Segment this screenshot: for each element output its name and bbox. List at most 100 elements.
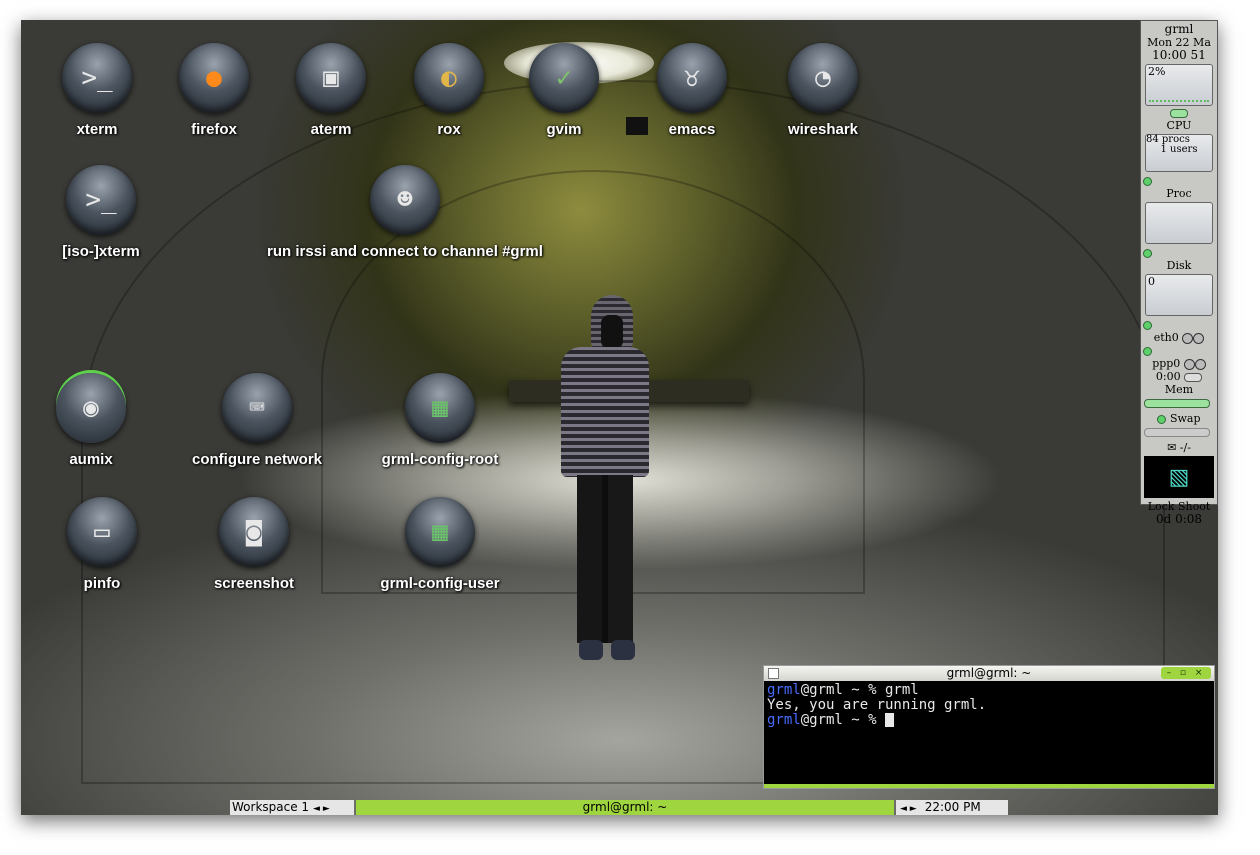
irssi-icon: ☻ [370,165,440,235]
ppp-rx-icon [1183,358,1195,370]
terminal-titlebar[interactable]: grml@grml: ~ – ▫ × [764,666,1214,681]
uptime: 0d 0:08 [1155,512,1203,526]
terminal-icon: >_ [66,165,136,235]
terminal-bottom-bar [764,784,1214,788]
desktop-icon-rox[interactable]: ◐ rox [384,43,514,138]
ppp-toggle[interactable] [1184,372,1203,382]
hooded-person [551,295,651,675]
mail-row[interactable]: ✉ -/- [1141,441,1217,454]
desktop: >_ xterm ● firefox ▣ aterm ◐ rox ✓ gvim … [21,20,1218,815]
swap-bar [1144,427,1210,437]
book-icon: ▭ [67,497,137,567]
window-buttons[interactable]: – ▫ × [1161,667,1211,679]
desktop-icon-wireshark[interactable]: ◔ wireshark [758,43,888,138]
emacs-icon: ♉ [657,43,727,113]
desktop-icon-emacs[interactable]: ♉ emacs [627,43,757,138]
task-button[interactable]: grml@grml: ~ [356,800,894,815]
desktop-icon-grml-config-user[interactable]: ▦ grml-config-user [375,497,505,592]
terminal-body[interactable]: grml @grml ~ % grml Yes, you are running … [764,681,1214,730]
disk-value: 0 [1148,275,1155,288]
icon-label: xterm [76,121,118,138]
desktop-icon-configure-network[interactable]: ⌨ configure network [187,373,327,468]
mem-label: Mem [1164,383,1194,396]
desktop-icon-pinfo[interactable]: ▭ pinfo [37,497,167,592]
icon-label: aterm [310,121,352,138]
desktop-icon-irssi[interactable]: ☻ run irssi and connect to channel #grml [235,165,575,260]
config-icon: ▦ [405,373,475,443]
icon-label: configure network [191,451,322,468]
icon-label: emacs [668,121,716,138]
icon-label: gvim [546,121,582,138]
ppp-time-row: 0:00 [1141,370,1217,383]
desktop-icon-xterm[interactable]: >_ xterm [32,43,162,138]
camera-icon: ◙ [219,497,289,567]
dock-title: grml [1164,22,1194,36]
dock-time: 10:00 51 [1152,48,1206,62]
network-icon: ⌨ [222,373,292,443]
icon-label: screenshot [213,575,295,592]
cpu-indicator [1170,108,1188,118]
system-monitor-dock: grml Mon 22 Ma 10:00 51 2% CPU 84 procs … [1140,20,1218,526]
swap-led [1157,414,1167,424]
ppp-tx-icon [1194,358,1206,370]
terminal-cursor [885,713,895,727]
firefox-icon: ● [179,43,249,113]
clock-time: 22:00 PM [924,800,981,814]
workspace-switcher[interactable]: Workspace 1 ◄ ► [230,800,354,815]
config-icon: ▦ [405,497,475,567]
swap-row: Swap [1141,412,1217,425]
icon-label: grml-config-user [380,575,500,592]
mail-icon: ✉ [1167,441,1177,454]
shoe-right [611,640,635,660]
ppp-label: ppp0 [1152,357,1181,370]
wireframe-icon[interactable]: ▧ [1144,456,1214,498]
prompt-line-1: @grml ~ % grml [800,682,919,698]
icon-label: grml-config-root [381,451,499,468]
output-line: Yes, you are running grml. [767,697,987,713]
icon-label: aumix [69,451,113,468]
disk-label: Disk [1166,259,1192,272]
desktop-icon-iso-xterm[interactable]: >_ [iso-]xterm [36,165,166,260]
cpu-percent: 2% [1148,65,1166,78]
face-shadow [601,315,623,349]
rox-icon: ◐ [414,43,484,113]
terminal-title: grml@grml: ~ [946,666,1032,680]
terminal-window[interactable]: grml@grml: ~ – ▫ × grml @grml ~ % grml Ye… [763,665,1215,789]
window-menu-icon[interactable] [768,668,779,679]
eth-label: eth0 [1153,331,1179,344]
icon-label: pinfo [83,575,121,592]
desktop-icon-aterm[interactable]: ▣ aterm [266,43,396,138]
terminal-icon: >_ [62,43,132,113]
clock-arrows[interactable]: ◄ ► [900,804,917,814]
cpu-graph: 2% [1145,64,1213,106]
ppp-row: ppp0 [1141,357,1217,370]
cpu-graph-line [1149,94,1209,102]
legs [577,475,633,643]
icon-label: [iso-]xterm [62,243,140,260]
proc-graph: 84 procs 1 users [1145,134,1213,172]
icon-label: firefox [191,121,237,138]
desktop-icon-firefox[interactable]: ● firefox [149,43,279,138]
desktop-icon-screenshot[interactable]: ◙ screenshot [189,497,319,592]
icon-label: wireshark [787,121,859,138]
shoe-left [579,640,603,660]
disk-led [1143,248,1152,258]
eth-led [1143,346,1152,356]
swap-label: Swap [1169,412,1201,425]
proc-label: Proc [1166,187,1192,200]
wireshark-icon: ◔ [788,43,858,113]
desktop-icon-gvim[interactable]: ✓ gvim [499,43,629,138]
speaker-icon: ◉ [56,373,126,443]
desktop-icon-grml-config-root[interactable]: ▦ grml-config-root [375,373,505,468]
icon-label: rox [437,121,461,138]
mail-count: -/- [1179,441,1191,454]
disk-graph: 0 [1145,274,1213,316]
workspace-arrows[interactable]: ◄ ► [313,804,330,814]
desktop-icon-aumix[interactable]: ◉ aumix [26,373,156,468]
ppp-time: 0:00 [1155,370,1181,383]
prompt-user: grml [767,712,801,728]
cpu-label: CPU [1166,119,1192,132]
mem-bar [1144,398,1210,408]
eth-rx-icon [1182,332,1194,344]
gvim-icon: ✓ [529,43,599,113]
